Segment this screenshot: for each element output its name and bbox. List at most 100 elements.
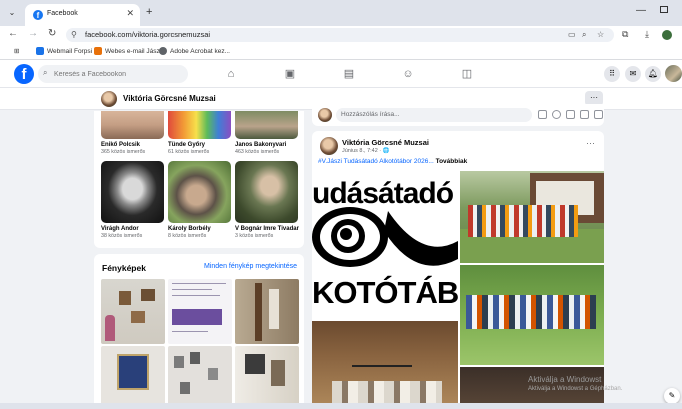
groups-icon[interactable]: ☺ xyxy=(400,66,416,82)
poster-line xyxy=(172,283,226,284)
window-restore-icon[interactable] xyxy=(660,6,668,13)
photo-thumbnail[interactable] xyxy=(168,279,232,344)
person-figure xyxy=(105,315,115,341)
friend-tile[interactable]: Tünde Győry 61 közös ismerős xyxy=(168,111,231,155)
emoji-icon[interactable] xyxy=(552,110,561,119)
profile-name[interactable]: Viktória Görcsné Muzsai xyxy=(123,94,216,103)
friend-tile[interactable]: Janos Bakonyvari 463 közös ismerős xyxy=(235,111,298,155)
search-input[interactable] xyxy=(54,67,182,81)
poster-line xyxy=(172,331,208,332)
gaming-icon[interactable]: ◫ xyxy=(459,66,475,82)
new-message-edit-icon[interactable]: ✎ xyxy=(664,388,680,404)
comment-input[interactable]: Hozzászólás írása... xyxy=(336,108,532,122)
profile-avatar[interactable] xyxy=(101,91,117,107)
facebook-logo-icon[interactable]: f xyxy=(14,64,34,84)
bookmarks-bar: ⊞ Webmail Forpsi Webes e-mail Jász Adobe… xyxy=(0,44,682,60)
window-minimize-icon[interactable]: — xyxy=(636,5,646,16)
gif-icon[interactable] xyxy=(580,110,589,119)
see-all-photos-link[interactable]: Minden fénykép megtekintése xyxy=(204,263,297,270)
browser-tab[interactable]: f Facebook ✕ xyxy=(25,4,140,26)
photo-thumbnail[interactable] xyxy=(101,346,165,409)
friend-photo[interactable] xyxy=(101,111,164,139)
extensions-icon[interactable]: ⧉ xyxy=(622,29,628,40)
group-of-people xyxy=(466,295,596,329)
camera-icon[interactable] xyxy=(566,110,575,119)
forward-arrow-icon[interactable]: → xyxy=(28,28,38,39)
friend-tile[interactable]: Enikő Polcsik 365 közös ismerős xyxy=(101,111,164,155)
avatar-sticker-icon[interactable] xyxy=(538,110,547,119)
account-avatar[interactable] xyxy=(665,65,682,82)
post-image-group-photo[interactable] xyxy=(460,171,604,263)
apps-grid-icon[interactable]: ⊞ xyxy=(14,47,19,55)
photo-thumbnail[interactable] xyxy=(235,346,299,409)
address-bar[interactable]: ⚲ facebook.com/viktoria.gorcsnemuzsai ▭ … xyxy=(66,28,614,42)
friend-name[interactable]: Tünde Győry xyxy=(168,142,231,148)
friend-name[interactable]: Janos Bakonyvari xyxy=(235,142,298,148)
webmail-icon xyxy=(36,47,44,55)
artwork-frame xyxy=(141,289,155,301)
messenger-icon[interactable]: ✉ xyxy=(625,66,641,82)
bookmark-label: Webes e-mail Jász xyxy=(105,47,160,55)
photo-thumbnail[interactable] xyxy=(235,279,299,344)
menu-grid-icon[interactable]: ⠿ xyxy=(604,66,620,82)
paper-sheet xyxy=(269,289,279,329)
friend-tile[interactable]: Károly Borbély 8 közös ismerős xyxy=(168,161,231,239)
wooden-sculpture xyxy=(255,283,262,341)
friend-name[interactable]: V Bognár Imre Tivadar xyxy=(235,226,299,232)
install-app-icon[interactable]: ▭ xyxy=(568,30,576,39)
bookmark-adobe[interactable]: Adobe Acrobat kez... xyxy=(159,47,230,55)
post-author-avatar[interactable] xyxy=(320,137,338,155)
video-icon[interactable]: ▣ xyxy=(282,66,298,82)
friend-photo[interactable] xyxy=(168,161,231,223)
facebook-search[interactable]: ⌕ xyxy=(38,65,188,83)
post-image-outdoor-group[interactable] xyxy=(460,265,604,365)
friend-photo[interactable] xyxy=(235,111,298,139)
bookmark-star-icon[interactable]: ☆ xyxy=(597,30,604,39)
friend-name[interactable]: Károly Borbély xyxy=(168,226,231,232)
reload-icon[interactable]: ↻ xyxy=(48,28,56,39)
facebook-favicon-icon: f xyxy=(33,10,43,20)
bookmark-webes-email[interactable]: Webes e-mail Jász xyxy=(94,47,160,55)
artwork-frame xyxy=(119,291,131,305)
facebook-header: f ⌕ ⌂ ▣ ▤ ☺ ◫ ⠿ ✉ 🔔︎ xyxy=(0,60,682,88)
home-icon[interactable]: ⌂ xyxy=(223,66,239,82)
email-icon xyxy=(94,47,102,55)
post-hashtag[interactable]: #V.Jászi Tudásátadó Alkotótábor 2026... xyxy=(318,158,434,165)
back-arrow-icon[interactable]: ← xyxy=(8,28,18,39)
profile-avatar-icon[interactable] xyxy=(662,30,672,40)
marketplace-icon[interactable]: ▤ xyxy=(341,66,357,82)
photo-thumbnail[interactable] xyxy=(168,346,232,409)
post-image-interior[interactable] xyxy=(312,321,458,409)
url-text[interactable]: facebook.com/viktoria.gorcsnemuzsai xyxy=(85,30,210,39)
poster-line xyxy=(172,295,220,296)
post-image-poster[interactable]: udásátadó JÁS KOTÓTÁBO xyxy=(312,171,458,319)
windows-activation-title: Aktiválja a Windowst xyxy=(528,375,602,384)
friend-name[interactable]: Virágh Andor xyxy=(101,226,164,232)
friend-photo[interactable] xyxy=(168,111,231,139)
photo-thumbnail[interactable] xyxy=(101,279,165,344)
zoom-icon[interactable]: ⌕ xyxy=(582,30,586,40)
friend-tile[interactable]: Virágh Andor 38 közös ismerős xyxy=(101,161,164,239)
post-author-name[interactable]: Viktória Görcsné Muzsai xyxy=(342,138,429,147)
friend-name[interactable]: Enikő Polcsik xyxy=(101,142,164,148)
site-settings-icon[interactable]: ⚲ xyxy=(71,30,77,39)
bookmark-webmail[interactable]: Webmail Forpsi xyxy=(36,47,92,55)
photos-title[interactable]: Fényképek xyxy=(102,263,146,273)
tab-search-chevron-icon[interactable]: ⌄ xyxy=(6,7,18,19)
exhibit-frame xyxy=(271,360,285,386)
new-tab-plus-icon[interactable]: + xyxy=(146,6,152,18)
bookmark-label: Adobe Acrobat kez... xyxy=(170,47,230,55)
friend-photo[interactable] xyxy=(101,161,164,223)
notifications-bell-icon[interactable]: 🔔︎ xyxy=(645,66,661,82)
download-icon[interactable]: ⤓ xyxy=(645,29,649,40)
post-timestamp[interactable]: Június 8., 7:42 · 🌐 xyxy=(342,148,390,154)
sticker-icon[interactable] xyxy=(594,110,603,119)
friends-card: Enikő Polcsik 365 közös ismerős Tünde Gy… xyxy=(94,111,304,248)
windows-activation-subtitle: Aktiválja a Windowst a Gépházban. xyxy=(528,386,623,392)
post-card: Viktória Görcsné Muzsai Június 8., 7:42 … xyxy=(312,131,604,409)
see-more-link[interactable]: Továbbiak xyxy=(436,158,468,165)
post-more-options-icon[interactable]: ··· xyxy=(586,138,595,148)
friend-photo[interactable] xyxy=(235,161,298,223)
friend-tile[interactable]: V Bognár Imre Tivadar 3 közös ismerős xyxy=(235,161,299,239)
tab-close-icon[interactable]: ✕ xyxy=(126,8,134,19)
